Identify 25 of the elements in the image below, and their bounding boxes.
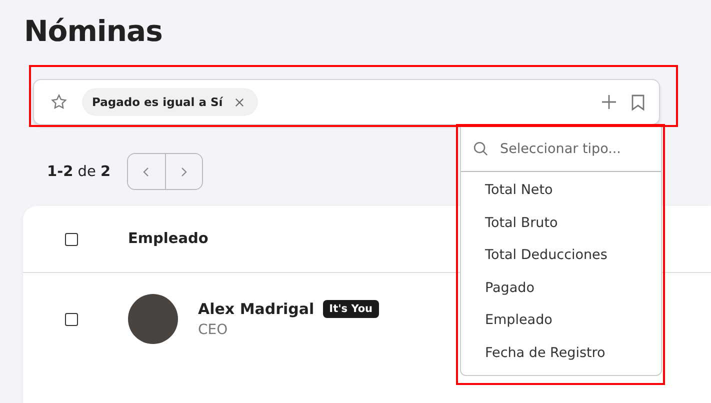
type-option[interactable]: Fecha de Registro [461, 336, 661, 369]
filter-chip[interactable]: Pagado es igual a Sí [82, 88, 258, 116]
type-option[interactable]: Total Bruto [461, 206, 661, 239]
type-option[interactable]: Empleado [461, 304, 661, 336]
close-icon[interactable] [234, 98, 244, 106]
type-option[interactable]: Total Neto [461, 174, 661, 206]
filter-chip-label: Pagado es igual a Sí [92, 95, 223, 109]
row-checkbox[interactable] [65, 312, 78, 326]
chevron-right-icon [180, 166, 188, 176]
employee-name: Alex Madrigal [198, 300, 314, 318]
column-header[interactable]: Empleado [128, 231, 208, 247]
current-user-badge: It's You [323, 300, 379, 318]
employee-role: CEO [198, 322, 229, 338]
type-search-field[interactable]: Seleccionar tipo... [498, 140, 642, 158]
star-icon[interactable] [50, 93, 68, 111]
add-icon[interactable] [601, 94, 617, 110]
search-icon [473, 141, 488, 156]
chevron-left-icon [142, 166, 150, 176]
select-all-checkbox[interactable] [65, 232, 78, 246]
type-option[interactable]: Total Deducciones [461, 239, 661, 272]
page-title: Nóminas [24, 14, 164, 48]
avatar-photo-placeholder [128, 294, 178, 344]
pagination-summary: 1-2 de 2 [47, 164, 111, 180]
type-option[interactable]: Pagado [461, 272, 661, 304]
bookmark-icon[interactable] [631, 94, 645, 110]
